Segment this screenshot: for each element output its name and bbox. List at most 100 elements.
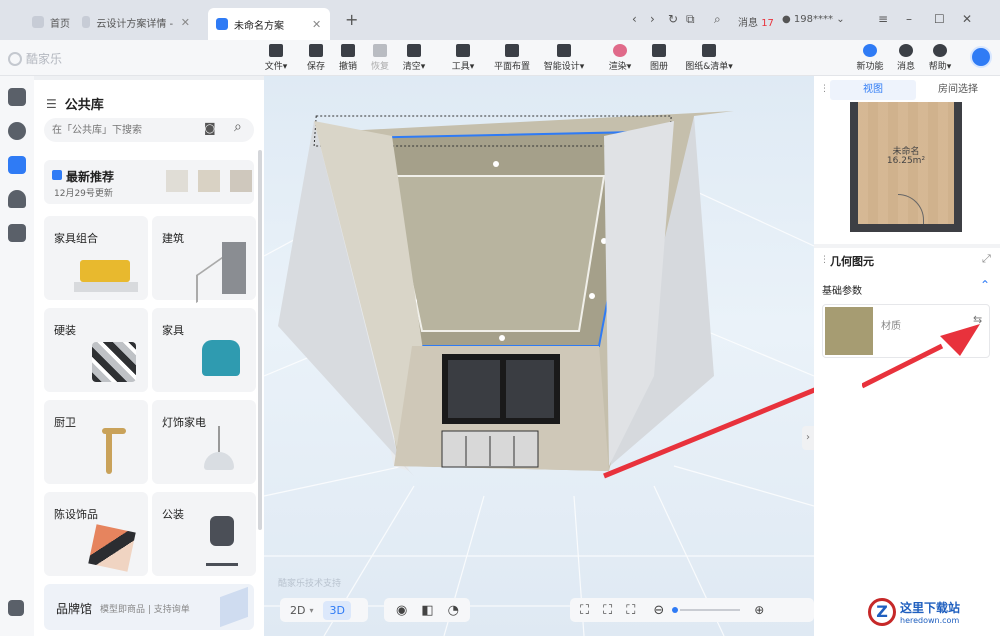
menu-icon[interactable]: ≡	[878, 12, 888, 26]
drawings-list-button[interactable]: 图纸&清单▾	[682, 43, 736, 72]
tab-untitled-plan[interactable]: 未命名方案 ✕	[208, 8, 330, 40]
clear-button[interactable]: 清空▾	[392, 43, 436, 72]
refresh-icon[interactable]: ↻	[668, 12, 678, 26]
lightning-icon	[557, 44, 571, 57]
panel-expand-arrow[interactable]: ›	[802, 426, 814, 450]
search-icon[interactable]: ⌕	[714, 12, 721, 27]
back-arrow-icon[interactable]: ‹	[632, 12, 637, 26]
user-icon[interactable]	[8, 190, 26, 208]
tools-button[interactable]: 工具▾	[441, 43, 485, 72]
mini-floorplan[interactable]: 未命名 16.25m²	[850, 102, 962, 232]
category-furniture[interactable]: 家具	[152, 308, 256, 392]
file-button[interactable]: 文件▾	[254, 43, 298, 72]
expand-icon[interactable]: ⤢	[982, 252, 991, 266]
ceiling-recess	[388, 175, 606, 332]
gauge-icon[interactable]: ◔	[448, 603, 459, 618]
tab-label: 未命名方案	[234, 20, 284, 32]
zoom-out-icon[interactable]: ⊖	[653, 603, 664, 618]
tab-cloud-design[interactable]: 云设计方案详情 - 酷家... ✕	[74, 8, 198, 36]
floorplan-icon[interactable]	[8, 88, 26, 106]
user-menu[interactable]: ● 198**** ⌄	[782, 14, 845, 25]
eye-icon[interactable]: ◉	[396, 603, 407, 618]
curtain-thumb	[166, 170, 188, 192]
brand-hall-card[interactable]: 品牌馆 模型即商品 | 支持询单	[44, 584, 254, 630]
search-icon[interactable]: ⌕	[234, 119, 242, 135]
new-tab-plus-icon[interactable]: +	[345, 10, 358, 29]
window-close-icon[interactable]: ✕	[962, 12, 972, 26]
lightbulb-icon[interactable]	[8, 122, 26, 140]
recommend-title: 最新推荐	[66, 170, 115, 184]
red-arrow-shaft	[862, 343, 944, 389]
category-label: 建筑	[162, 232, 184, 245]
zoom-slider-track[interactable]	[680, 609, 741, 611]
category-office[interactable]: 公装	[152, 492, 256, 576]
wrench-icon	[456, 44, 470, 57]
category-decor[interactable]: 陈设饰品	[44, 492, 148, 576]
copy-icon[interactable]: ⧉	[686, 12, 695, 27]
brand-hall-subtitle: 模型即商品 | 支持询单	[100, 605, 190, 615]
decor-art-thumb	[88, 524, 136, 572]
smart-design-button[interactable]: 智能设计▾	[540, 43, 588, 72]
cabinet-icon[interactable]	[8, 224, 26, 242]
category-hard-decoration[interactable]: 硬装	[44, 308, 148, 392]
recommend-date: 12月29号更新	[54, 189, 113, 199]
empty-panel-area	[814, 374, 1000, 636]
kujiale-icon	[216, 18, 228, 30]
recommend-card[interactable]: 最新推荐 12月29号更新	[44, 160, 254, 204]
office-chair-base	[206, 548, 238, 566]
render-button[interactable]: 渲染▾	[598, 43, 642, 72]
minimize-icon[interactable]: –	[906, 12, 912, 26]
maximize-icon[interactable]: ☐	[934, 12, 945, 26]
drag-handle-icon[interactable]: ⋮	[820, 84, 829, 94]
fit-view-icon[interactable]: ⛶	[626, 603, 635, 618]
site-logo-icon: Z	[868, 598, 896, 626]
close-icon[interactable]: ✕	[181, 16, 190, 29]
arrow-shaft-svg	[862, 343, 944, 389]
close-icon[interactable]: ✕	[312, 18, 321, 31]
zoom-in-icon[interactable]: ⊕	[754, 603, 764, 617]
3d-mode-button[interactable]: 3D	[323, 600, 351, 620]
tab-label: 云设计方案详情 - 酷家...	[96, 18, 172, 30]
tab-home[interactable]: 首页	[24, 8, 78, 36]
view-mode-switch: 2D ▾ 3D	[280, 598, 368, 622]
collapse-chevron-icon[interactable]: ⌃	[980, 278, 990, 292]
armchair-thumb	[202, 340, 240, 376]
tab-room-select[interactable]: 房间选择	[918, 80, 998, 100]
help-button[interactable]: 帮助▾	[918, 43, 962, 72]
category-lighting-appliances[interactable]: 灯饰家电	[152, 400, 256, 484]
sofa-thumb	[80, 260, 130, 282]
list-icon[interactable]: ☰	[46, 97, 57, 111]
assistant-avatar[interactable]	[970, 46, 992, 68]
view-pane: ⋮ 视图 房间选择 未命名 16.25m²	[814, 76, 1000, 244]
category-kitchen-bath[interactable]: 厨卫	[44, 400, 148, 484]
cube-icon[interactable]: ◧	[421, 603, 433, 618]
forward-arrow-icon[interactable]: ›	[650, 12, 655, 26]
drag-handle-icon[interactable]: ⋮	[820, 255, 829, 265]
library-search[interactable]: ◙ ⌕	[44, 118, 254, 142]
page-icon	[82, 16, 91, 28]
zoom-slider-thumb[interactable]	[672, 607, 679, 613]
category-building[interactable]: 建筑	[152, 216, 256, 304]
tab-view[interactable]: 视图	[830, 80, 916, 100]
3d-viewport[interactable]: 酷家乐技术支持 2D ▾ 3D ◉ ◧ ◔ ⛶ ⛶ ⛶ ⊖ ⊕ ›	[264, 76, 814, 636]
2d-mode-button[interactable]: 2D	[290, 604, 305, 617]
camera-view-icon[interactable]: ⛶	[580, 603, 589, 618]
camera-icon[interactable]: ◙	[204, 121, 216, 135]
category-label: 家具组合	[54, 232, 98, 245]
layers-icon[interactable]	[8, 600, 24, 616]
library-scrollbar[interactable]	[258, 150, 262, 530]
pendant-lamp-thumb	[204, 452, 234, 470]
floor-layout-icon	[505, 44, 519, 57]
basic-params-label: 基础参数	[822, 286, 862, 297]
brand-hall-decor	[220, 586, 248, 628]
camera-settings-icon[interactable]: ⛶	[603, 603, 612, 618]
category-furniture-combo[interactable]: 家具组合	[44, 216, 148, 300]
search-input[interactable]	[52, 121, 192, 139]
floor-layout-button[interactable]: 平面布置	[490, 43, 534, 72]
library-icon[interactable]	[8, 156, 26, 174]
gallery-button[interactable]: 图册	[637, 43, 681, 72]
rug-thumb	[74, 282, 138, 292]
file-icon	[269, 44, 283, 57]
messages-link[interactable]: 消息 17	[738, 14, 774, 29]
library-header: ☰ 公共库	[46, 94, 104, 114]
